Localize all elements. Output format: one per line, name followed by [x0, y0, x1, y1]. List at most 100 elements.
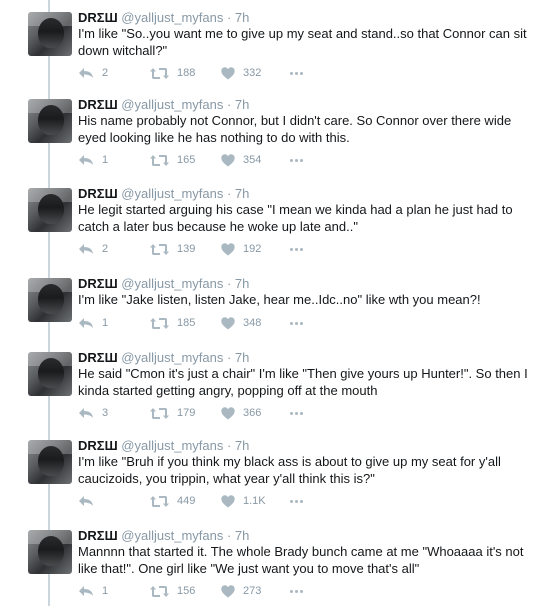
tweet-text: I'm like "Jake listen, listen Jake, hear… [78, 292, 481, 307]
timestamp[interactable]: 7h [235, 276, 249, 291]
separator-dot: · [223, 276, 235, 291]
tweet-text: I'm like "Bruh if you think my black ass… [78, 454, 501, 486]
avatar[interactable] [28, 530, 72, 574]
more-button[interactable] [290, 241, 303, 257]
avatar[interactable] [28, 99, 72, 143]
tweet-header: DRΣШ @yalljust_myfans · 7h [78, 438, 538, 454]
reply-icon [78, 585, 94, 597]
like-button[interactable]: 332 [221, 65, 261, 81]
tweet-content: DRΣШ @yalljust_myfans · 7h I'm like "Jak… [78, 276, 538, 309]
retweet-button[interactable]: 188 [150, 65, 195, 81]
like-count: 348 [243, 317, 262, 329]
user-handle[interactable]: @yalljust_myfans [121, 438, 223, 453]
retweet-button[interactable]: 139 [150, 241, 195, 257]
reply-count: 2 [102, 243, 109, 255]
retweet-button[interactable]: 185 [150, 315, 195, 331]
display-name[interactable]: DRΣШ [78, 350, 118, 365]
heart-icon [221, 153, 235, 167]
like-button[interactable]: 1.1K [221, 493, 266, 509]
retweet-icon [150, 495, 169, 508]
separator-dot: · [223, 186, 235, 201]
display-name[interactable]: DRΣШ [78, 438, 118, 453]
avatar[interactable] [28, 188, 72, 232]
retweet-button[interactable]: 449 [150, 493, 195, 509]
tweet-content: DRΣШ @yalljust_myfans · 7h Mannnn that s… [78, 528, 538, 577]
more-button[interactable] [290, 65, 303, 81]
display-name[interactable]: DRΣШ [78, 186, 118, 201]
avatar[interactable] [28, 440, 72, 484]
more-dots-icon [290, 71, 303, 75]
retweet-button[interactable]: 156 [150, 583, 195, 599]
more-button[interactable] [290, 493, 303, 509]
reply-icon [78, 154, 94, 166]
separator-dot: · [223, 350, 235, 365]
avatar[interactable] [28, 352, 72, 396]
reply-button[interactable]: 1 [78, 315, 108, 331]
reply-icon [78, 495, 94, 507]
tweet-text: His name probably not Connor, but I didn… [78, 113, 512, 145]
tweet-header: DRΣШ @yalljust_myfans · 7h [78, 528, 538, 544]
user-handle[interactable]: @yalljust_myfans [121, 528, 223, 543]
tweet-header: DRΣШ @yalljust_myfans · 7h [78, 186, 538, 202]
retweet-count: 179 [177, 407, 196, 419]
display-name[interactable]: DRΣШ [78, 276, 118, 291]
reply-button[interactable] [78, 493, 102, 509]
more-dots-icon [290, 247, 303, 251]
tweet-header: DRΣШ @yalljust_myfans · 7h [78, 97, 538, 113]
tweet-content: DRΣШ @yalljust_myfans · 7h I'm like "So.… [78, 10, 538, 59]
more-button[interactable] [290, 315, 303, 331]
like-count: 273 [243, 585, 262, 597]
display-name[interactable]: DRΣШ [78, 528, 118, 543]
timestamp[interactable]: 7h [235, 186, 249, 201]
reply-button[interactable]: 3 [78, 405, 108, 421]
more-dots-icon [290, 499, 303, 503]
tweet-text: I'm like "So..you want me to give up my … [78, 26, 527, 58]
reply-button[interactable]: 1 [78, 583, 108, 599]
like-button[interactable]: 273 [221, 583, 261, 599]
user-handle[interactable]: @yalljust_myfans [121, 186, 223, 201]
reply-count: 1 [102, 585, 109, 597]
like-button[interactable]: 192 [221, 241, 261, 257]
tweet-text: He said "Cmon it's just a chair" I'm lik… [78, 366, 528, 398]
tweet-header: DRΣШ @yalljust_myfans · 7h [78, 276, 538, 292]
retweet-button[interactable]: 165 [150, 152, 195, 168]
reply-count: 3 [102, 407, 109, 419]
separator-dot: · [223, 528, 235, 543]
tweet-header: DRΣШ @yalljust_myfans · 7h [78, 350, 538, 366]
reply-count: 1 [102, 317, 109, 329]
reply-button[interactable]: 1 [78, 152, 108, 168]
retweet-count: 139 [177, 243, 196, 255]
reply-count: 1 [102, 154, 109, 166]
tweet-content: DRΣШ @yalljust_myfans · 7h He legit star… [78, 186, 538, 235]
timestamp[interactable]: 7h [235, 10, 249, 25]
user-handle[interactable]: @yalljust_myfans [121, 276, 223, 291]
avatar[interactable] [28, 278, 72, 322]
heart-icon [221, 242, 235, 256]
timestamp[interactable]: 7h [235, 438, 249, 453]
like-button[interactable]: 348 [221, 315, 261, 331]
tweet-thread: DRΣШ @yalljust_myfans · 7h I'm like "So.… [0, 0, 550, 606]
user-handle[interactable]: @yalljust_myfans [121, 10, 223, 25]
user-handle[interactable]: @yalljust_myfans [121, 350, 223, 365]
user-handle[interactable]: @yalljust_myfans [121, 97, 223, 112]
reply-icon [78, 67, 94, 79]
timestamp[interactable]: 7h [235, 97, 249, 112]
reply-button[interactable]: 2 [78, 65, 108, 81]
like-button[interactable]: 366 [221, 405, 261, 421]
heart-icon [221, 406, 235, 420]
retweet-icon [150, 243, 169, 256]
display-name[interactable]: DRΣШ [78, 97, 118, 112]
separator-dot: · [223, 10, 235, 25]
more-button[interactable] [290, 152, 303, 168]
like-button[interactable]: 354 [221, 152, 261, 168]
tweet-header: DRΣШ @yalljust_myfans · 7h [78, 10, 538, 26]
like-count: 192 [243, 243, 262, 255]
timestamp[interactable]: 7h [235, 350, 249, 365]
more-button[interactable] [290, 583, 303, 599]
timestamp[interactable]: 7h [235, 528, 249, 543]
more-button[interactable] [290, 405, 303, 421]
reply-button[interactable]: 2 [78, 241, 108, 257]
display-name[interactable]: DRΣШ [78, 10, 118, 25]
retweet-button[interactable]: 179 [150, 405, 195, 421]
avatar[interactable] [28, 12, 72, 56]
